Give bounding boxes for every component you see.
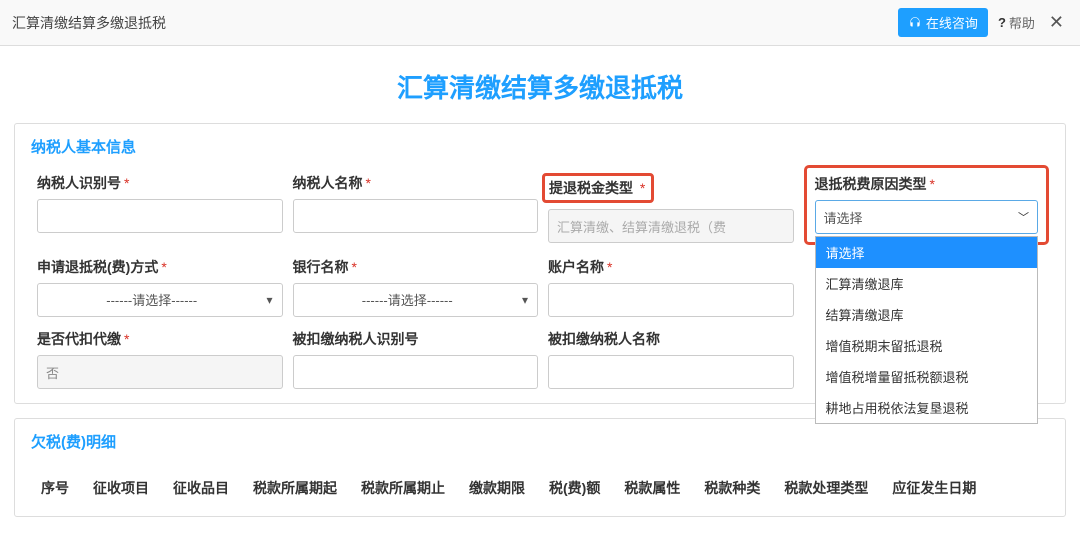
refund-tax-type-col: 提退税金类型 * <box>548 173 794 245</box>
is-withhold-label: 是否代扣代缴* <box>37 329 283 349</box>
basic-info-title: 纳税人基本信息 <box>15 124 1065 167</box>
th-levy-item: 征收项目 <box>81 472 161 504</box>
is-withhold-col: 是否代扣代缴* <box>37 329 283 389</box>
taxpayer-name-col: 纳税人名称* <box>293 173 539 245</box>
refund-reason-highlight: 退抵税费原因类型* 请选择 ﹀ 请选择 汇算清缴退库 结算清缴退库 增值税期末留… <box>804 165 1050 245</box>
refund-reason-type-label: 退抵税费原因类型* <box>815 174 1039 194</box>
titlebar: 汇算清缴结算多缴退抵税 在线咨询 ? 帮助 ✕ <box>0 0 1080 46</box>
withhold-id-col: 被扣缴纳税人识别号 <box>293 329 539 389</box>
close-icon[interactable]: ✕ <box>1045 12 1068 33</box>
withhold-id-label: 被扣缴纳税人识别号 <box>293 329 539 349</box>
th-levy-date: 应征发生日期 <box>880 472 988 504</box>
taxpayer-id-label: 纳税人识别号* <box>37 173 283 193</box>
online-consult-button[interactable]: 在线咨询 <box>898 8 988 37</box>
th-payment-due: 缴款期限 <box>457 472 537 504</box>
bank-name-select[interactable]: ------请选择------ <box>293 283 539 317</box>
taxpayer-name-input[interactable] <box>293 199 539 233</box>
th-period-end: 税款所属期止 <box>349 472 457 504</box>
withhold-name-label: 被扣缴纳税人名称 <box>548 329 794 349</box>
tax-details-panel: 欠税(费)明细 序号 征收项目 征收品目 税款所属期起 税款所属期止 缴款期限 … <box>14 418 1066 517</box>
online-consult-label: 在线咨询 <box>926 13 978 32</box>
help-button[interactable]: ? 帮助 <box>998 13 1035 32</box>
refund-tax-type-label: 提退税金类型 * <box>542 173 654 203</box>
details-table-header: 序号 征收项目 征收品目 税款所属期起 税款所属期止 缴款期限 税(费)额 税款… <box>15 462 1065 516</box>
refund-reason-placeholder: 请选择 <box>824 208 863 227</box>
th-levy-category: 征收品目 <box>161 472 241 504</box>
th-tax-attr: 税款属性 <box>612 472 692 504</box>
help-label: 帮助 <box>1009 13 1035 32</box>
refund-reason-type-col: 退抵税费原因类型* 请选择 ﹀ 请选择 汇算清缴退库 结算清缴退库 增值税期末留… <box>804 173 1050 245</box>
dropdown-option[interactable]: 耕地占用税依法复垦退税 <box>816 392 1038 423</box>
th-tax-amount: 税(费)额 <box>537 472 612 504</box>
refund-tax-type-input <box>548 209 794 243</box>
account-name-input[interactable] <box>548 283 794 317</box>
th-period-start: 税款所属期起 <box>241 472 349 504</box>
titlebar-actions: 在线咨询 ? 帮助 ✕ <box>898 8 1068 37</box>
th-serial: 序号 <box>29 472 81 504</box>
apply-method-col: 申请退抵税(费)方式* ------请选择------ <box>37 257 283 317</box>
is-withhold-input <box>37 355 283 389</box>
question-mark-icon: ? <box>998 15 1006 30</box>
apply-method-select[interactable]: ------请选择------ <box>37 283 283 317</box>
withhold-name-col: 被扣缴纳税人名称 <box>548 329 794 389</box>
account-name-label: 账户名称* <box>548 257 794 277</box>
apply-method-label: 申请退抵税(费)方式* <box>37 257 283 277</box>
dropdown-option[interactable]: 结算清缴退库 <box>816 299 1038 330</box>
bank-name-label: 银行名称* <box>293 257 539 277</box>
modal-title: 汇算清缴结算多缴退抵税 <box>12 13 166 33</box>
taxpayer-name-label: 纳税人名称* <box>293 173 539 193</box>
th-tax-kind: 税款种类 <box>692 472 772 504</box>
taxpayer-id-col: 纳税人识别号* <box>37 173 283 245</box>
refund-reason-dropdown: 请选择 汇算清缴退库 结算清缴退库 增值税期末留抵退税 增值税增量留抵税额退税 … <box>815 236 1039 424</box>
form-row-1: 纳税人识别号* 纳税人名称* 提退税金类型 * 退抵税费原因类型* 请选择 ﹀ … <box>15 167 1065 251</box>
bank-name-col: 银行名称* ------请选择------ <box>293 257 539 317</box>
th-process-type: 税款处理类型 <box>772 472 880 504</box>
withhold-name-input[interactable] <box>548 355 794 389</box>
chevron-down-icon: ﹀ <box>1018 209 1029 225</box>
withhold-id-input[interactable] <box>293 355 539 389</box>
refund-reason-type-select[interactable]: 请选择 ﹀ <box>815 200 1039 234</box>
dropdown-option[interactable]: 增值税增量留抵税额退税 <box>816 361 1038 392</box>
headset-icon <box>908 16 922 30</box>
dropdown-option[interactable]: 增值税期末留抵退税 <box>816 330 1038 361</box>
taxpayer-id-input[interactable] <box>37 199 283 233</box>
dropdown-option[interactable]: 汇算清缴退库 <box>816 268 1038 299</box>
dropdown-option[interactable]: 请选择 <box>816 237 1038 268</box>
basic-info-panel: 纳税人基本信息 纳税人识别号* 纳税人名称* 提退税金类型 * 退抵税费原因类型… <box>14 123 1066 404</box>
tax-details-title: 欠税(费)明细 <box>15 419 1065 462</box>
account-name-col: 账户名称* <box>548 257 794 317</box>
page-title: 汇算清缴结算多缴退抵税 <box>0 46 1080 123</box>
